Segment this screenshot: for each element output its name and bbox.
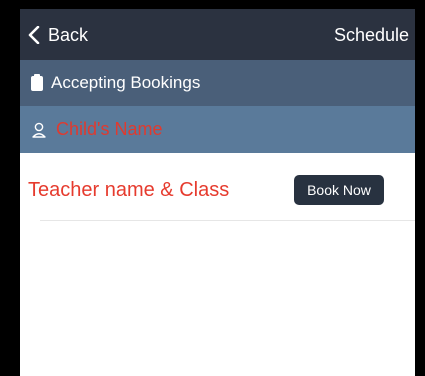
back-button[interactable]: Back xyxy=(28,21,88,49)
child-name: Child's Name xyxy=(56,119,163,139)
chevron-left-icon xyxy=(28,26,40,44)
book-now-button[interactable]: Book Now xyxy=(294,175,384,205)
device-frame: Back Schedule Accepting Bookings Child's… xyxy=(0,0,425,376)
empty-content-area xyxy=(20,221,415,376)
user-icon xyxy=(32,122,46,138)
booking-status-text: Accepting Bookings xyxy=(51,73,201,92)
schedule-button[interactable]: Schedule xyxy=(334,21,409,49)
child-selector-row[interactable]: Child's Name xyxy=(20,106,415,153)
booking-status-row: Accepting Bookings xyxy=(20,60,415,106)
back-label: Back xyxy=(48,24,89,45)
teacher-class-label: Teacher name & Class xyxy=(28,179,230,201)
booking-row: Teacher name & Class Book Now xyxy=(20,153,415,221)
clipboard-icon xyxy=(31,74,43,91)
app-screen: Back Schedule Accepting Bookings Child's… xyxy=(20,9,415,376)
navbar: Back Schedule xyxy=(20,9,415,60)
